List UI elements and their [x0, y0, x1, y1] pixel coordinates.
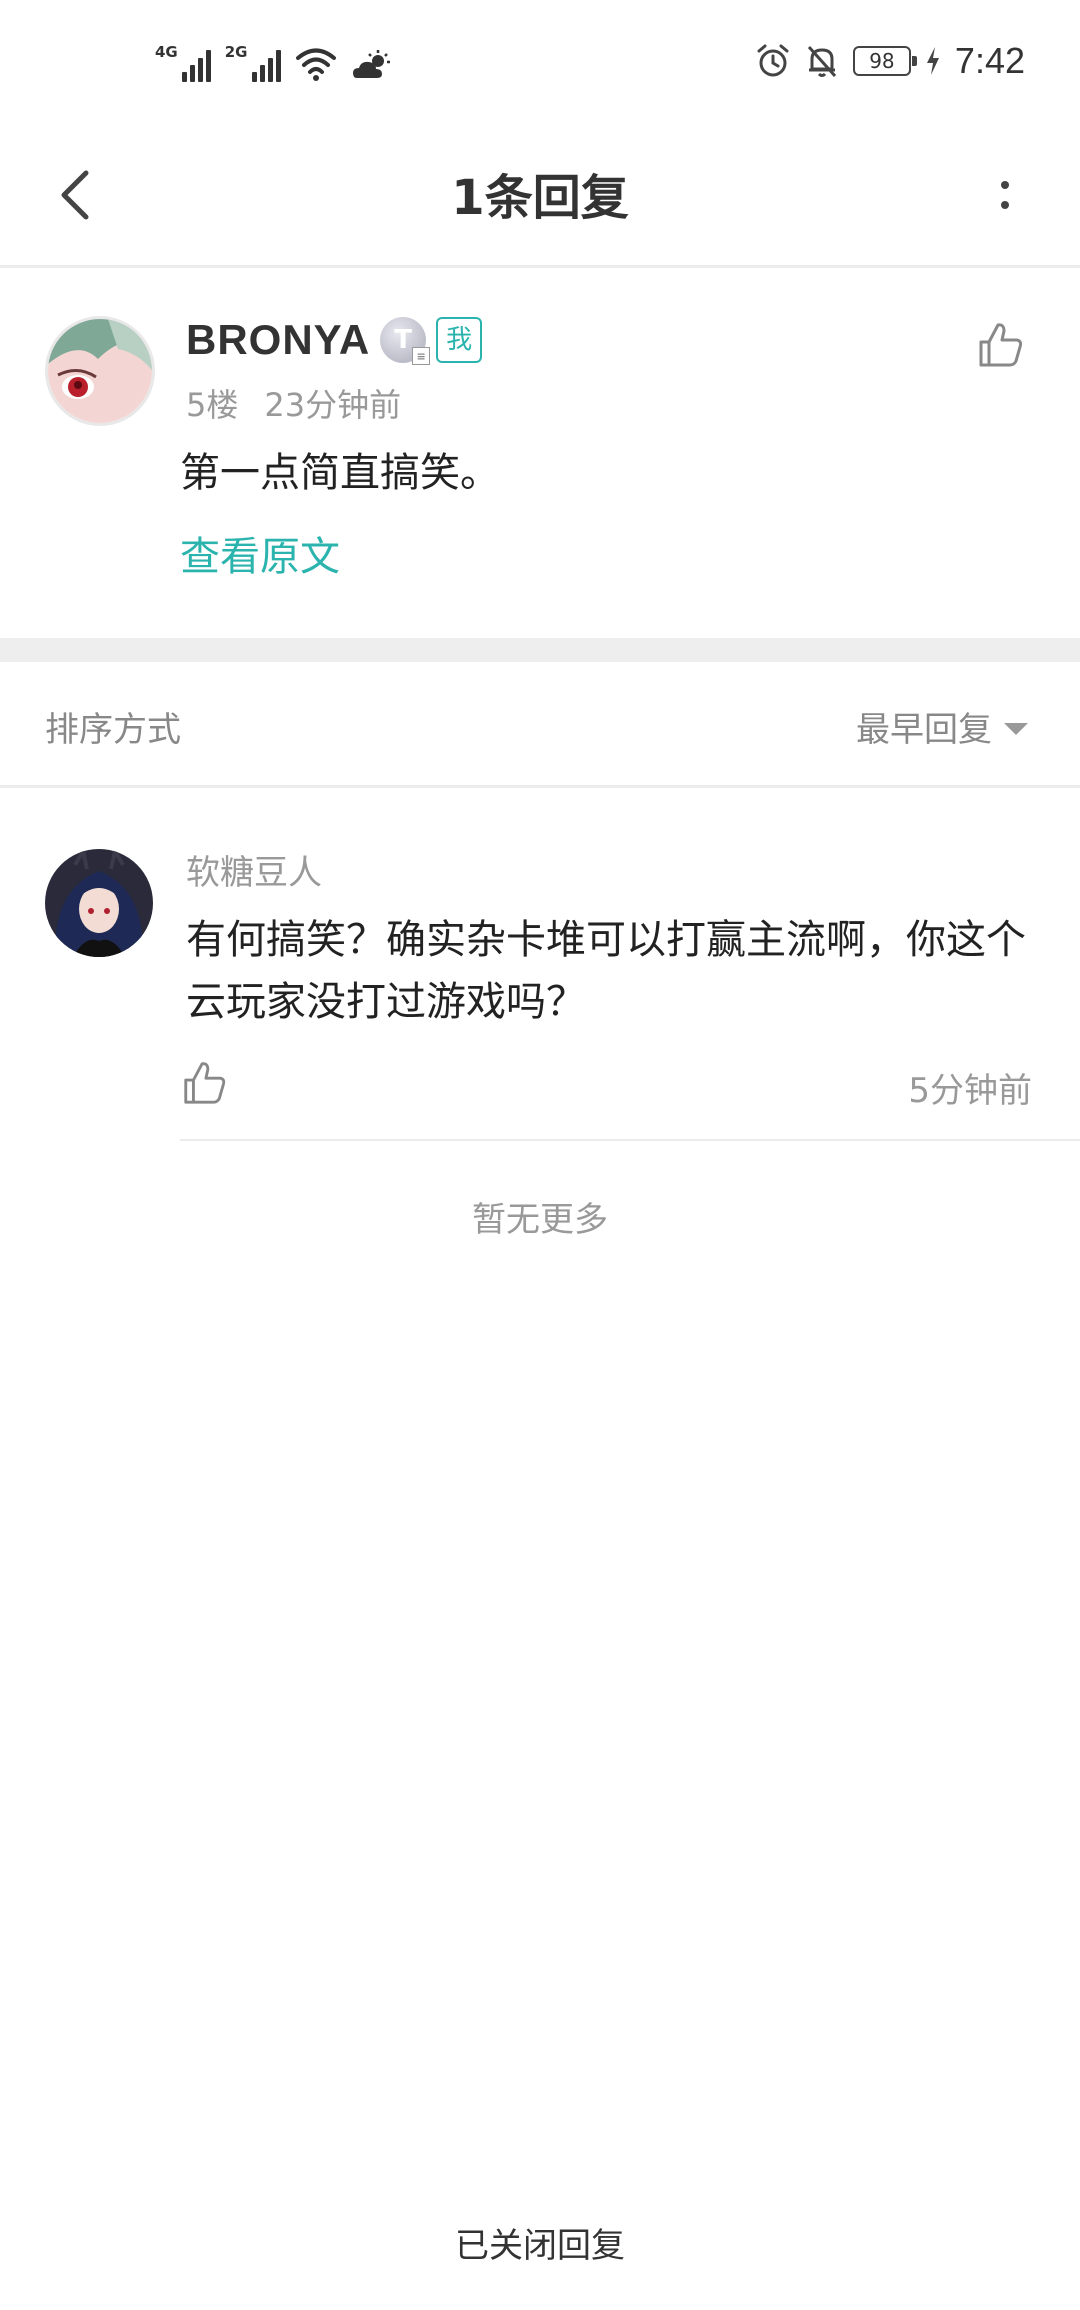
- charging-bolt-icon: [926, 47, 939, 75]
- no-more-label: 暂无更多: [472, 1200, 608, 1240]
- section-divider: [0, 638, 1080, 662]
- reply-divider: [180, 1139, 1080, 1141]
- battery-indicator: 98: [852, 46, 917, 76]
- me-tag: 我: [436, 317, 483, 363]
- cellular-signal-2: 2G: [225, 45, 281, 82]
- more-options-button[interactable]: [970, 160, 1040, 230]
- page-title: 1条回复: [451, 170, 629, 226]
- sort-label: 排序方式: [45, 710, 181, 750]
- author-name[interactable]: BRONYA: [186, 316, 370, 364]
- more-dot-icon: [1001, 201, 1009, 209]
- sort-bar: 排序方式 最早回复: [0, 662, 1080, 788]
- network-type-1: 4G: [155, 43, 178, 61]
- app-header: 1条回复: [0, 120, 1080, 268]
- like-icon[interactable]: [975, 320, 1025, 370]
- status-left: 4G 2G: [155, 38, 391, 82]
- comment-meta: 5楼 23分钟前: [186, 380, 401, 426]
- replies-closed-label: 已关闭回复: [455, 2226, 625, 2266]
- level-sub-icon: ≡: [412, 347, 431, 365]
- cellular-signal-1: 4G: [155, 45, 211, 82]
- clock: 7:42: [954, 40, 1025, 81]
- level-badge-letter: T: [394, 325, 413, 355]
- avatar-image: [48, 319, 152, 423]
- reply-timestamp: 5分钟前: [908, 1071, 1032, 1111]
- avatar[interactable]: [45, 316, 155, 426]
- mute-bell-icon: [807, 45, 837, 78]
- reply-author-name[interactable]: 软糖豆人: [186, 845, 322, 894]
- sort-selected-value: 最早回复: [856, 710, 992, 750]
- status-bar: 4G 2G 98 7:42: [0, 0, 1080, 120]
- comment-text: 第一点简直搞笑。: [180, 450, 500, 496]
- avatar-image: [45, 849, 153, 957]
- like-icon[interactable]: [180, 1059, 228, 1107]
- alarm-icon: [757, 44, 789, 77]
- wifi-icon: [295, 48, 336, 81]
- view-original-link[interactable]: 查看原文: [180, 524, 340, 582]
- sort-dropdown[interactable]: 最早回复: [856, 702, 1028, 751]
- reply-item: 软糖豆人 有何搞笑？确实杂卡堆可以打赢主流啊，你这个云玩家没打过游戏吗？ 5分钟…: [0, 791, 1080, 1141]
- signal-bars-icon: [251, 48, 281, 82]
- floor-number: 5楼: [186, 386, 239, 424]
- network-type-2: 2G: [224, 43, 248, 61]
- reply-text: 有何搞笑？确实杂卡堆可以打赢主流啊，你这个云玩家没打过游戏吗？: [186, 917, 1026, 1025]
- avatar[interactable]: [45, 849, 153, 957]
- status-right: 98 7:42: [755, 36, 1025, 86]
- author-row: BRONYA T ≡ 我: [186, 316, 483, 365]
- level-badge: T ≡: [380, 317, 431, 365]
- original-comment: BRONYA T ≡ 我 5楼 23分钟前 第一点简直搞笑。 查看原文: [0, 268, 1080, 638]
- more-dot-icon: [1001, 181, 1009, 189]
- timestamp: 23分钟前: [264, 386, 402, 424]
- caret-down-icon: [1004, 722, 1028, 735]
- signal-bars-icon: [181, 48, 211, 82]
- weather-cloud-sun-icon: [352, 50, 390, 78]
